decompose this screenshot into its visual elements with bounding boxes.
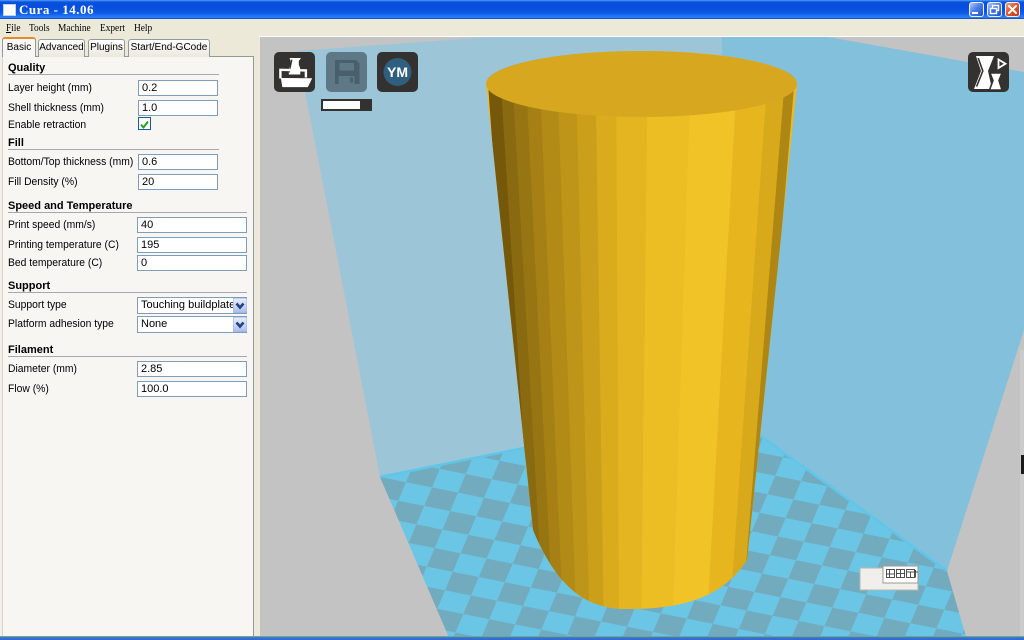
- svg-text:YM: YM: [387, 64, 408, 80]
